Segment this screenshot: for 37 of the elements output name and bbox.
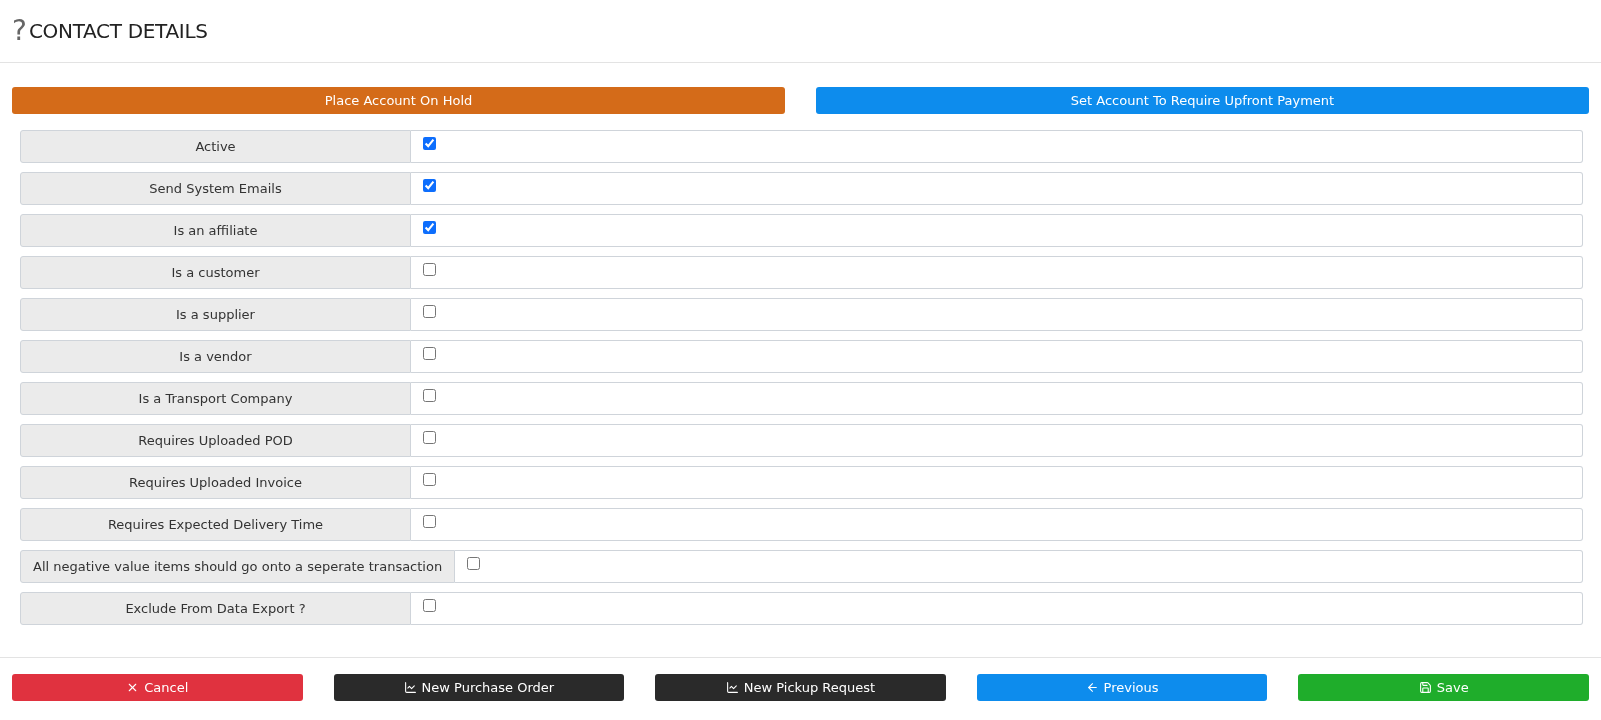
field-label: Is a supplier bbox=[20, 298, 411, 331]
checkbox[interactable] bbox=[423, 347, 436, 360]
field-label: Requires Expected Delivery Time bbox=[20, 508, 411, 541]
previous-button[interactable]: Previous bbox=[976, 674, 1268, 701]
action-button[interactable]: Set Account To Require Upfront Payment bbox=[816, 87, 1589, 114]
create-button[interactable]: New Purchase Order bbox=[333, 674, 625, 701]
field-label: Is a customer bbox=[20, 256, 411, 289]
save-icon bbox=[1418, 681, 1432, 694]
field-label: Send System Emails bbox=[20, 172, 411, 205]
field-label: Active bbox=[20, 130, 411, 163]
checkbox[interactable] bbox=[423, 431, 436, 444]
checkbox[interactable] bbox=[423, 599, 436, 612]
checkbox[interactable] bbox=[423, 221, 436, 234]
checkbox[interactable] bbox=[423, 473, 436, 486]
field-label: Exclude From Data Export ? bbox=[20, 592, 411, 625]
checkbox[interactable] bbox=[467, 557, 481, 570]
checkbox[interactable] bbox=[423, 137, 436, 150]
checkbox[interactable] bbox=[423, 263, 436, 276]
line-chart-icon bbox=[725, 681, 739, 694]
field-label: Is a Transport Company bbox=[20, 382, 411, 415]
line-chart-icon bbox=[403, 681, 417, 694]
action-button[interactable]: Place Account On Hold bbox=[12, 87, 785, 114]
checkbox[interactable] bbox=[423, 389, 436, 402]
field-label: Requires Uploaded Invoice bbox=[20, 466, 411, 499]
icon-glyph: ? bbox=[12, 17, 27, 45]
field-label: All negative value items should go onto a seperate transaction bbox=[20, 550, 456, 583]
checkbox[interactable] bbox=[423, 515, 436, 528]
page-title: CONTACT DETAILS bbox=[28, 19, 208, 43]
field-label: Is an affiliate bbox=[20, 214, 411, 247]
checkbox[interactable] bbox=[423, 179, 436, 192]
field-label: Requires Uploaded POD bbox=[20, 424, 411, 457]
cancel-button[interactable]: Cancel bbox=[12, 674, 303, 701]
arrow-left-icon bbox=[1085, 681, 1099, 694]
save-button[interactable]: Save bbox=[1298, 674, 1589, 701]
create-button[interactable]: New Pickup Request bbox=[655, 674, 946, 701]
checkbox[interactable] bbox=[423, 305, 436, 318]
field-label: Is a vendor bbox=[20, 340, 411, 373]
